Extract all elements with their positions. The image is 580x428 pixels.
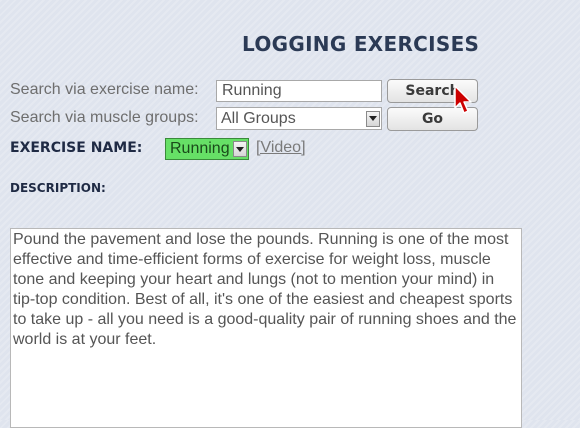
page-title: LOGGING EXERCISES — [242, 32, 480, 56]
chevron-down-icon[interactable] — [233, 141, 247, 157]
exercise-selected-value: Running — [166, 140, 233, 158]
exercise-name-search-label: Search via exercise name: — [10, 81, 199, 98]
exercise-name-search-input[interactable] — [216, 80, 382, 102]
muscle-group-search-label: Search via muscle groups: — [10, 109, 199, 126]
muscle-group-select[interactable]: All Groups — [216, 107, 382, 130]
exercise-name-select[interactable]: Running — [165, 138, 249, 160]
description-label: DESCRIPTION: — [10, 181, 106, 195]
exercise-name-label: EXERCISE NAME: — [10, 140, 143, 156]
video-link[interactable]: [Video] — [256, 139, 306, 157]
chevron-down-icon[interactable] — [366, 110, 380, 127]
mouse-pointer-icon — [454, 85, 472, 114]
description-textarea[interactable]: Pound the pavement and lose the pounds. … — [10, 228, 522, 428]
muscle-group-selected-value: All Groups — [221, 109, 296, 127]
